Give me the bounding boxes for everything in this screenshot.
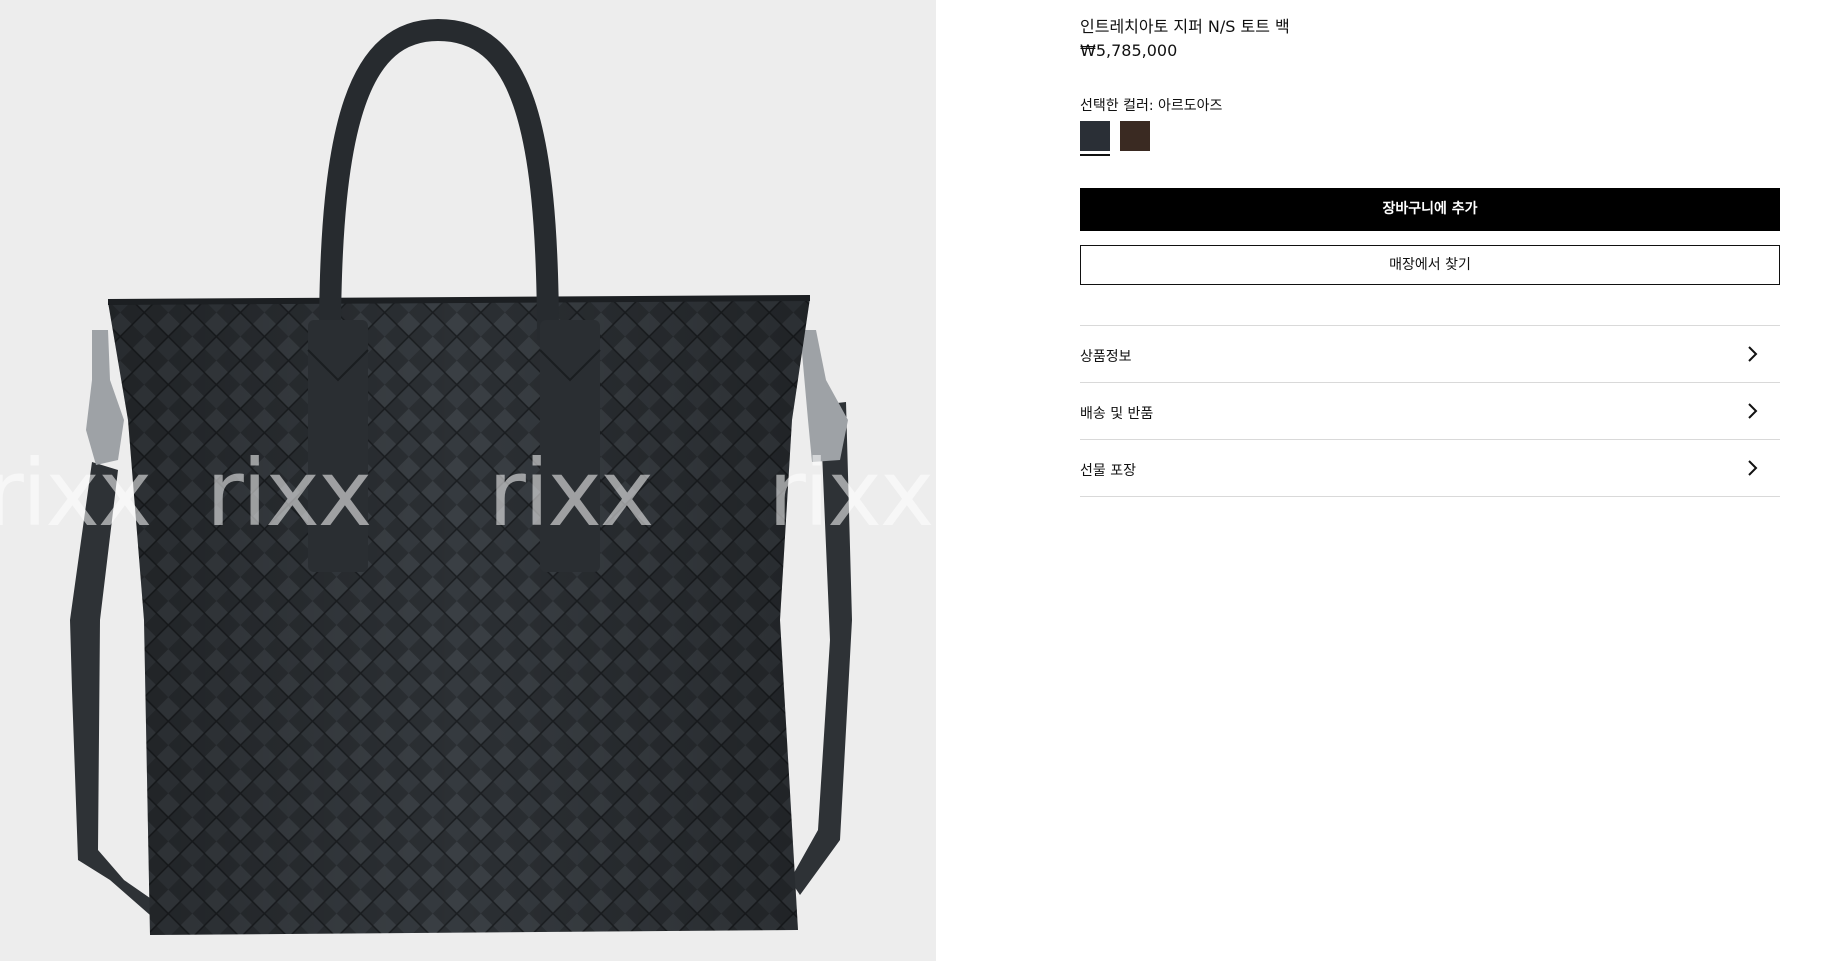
accordion-item-gift-wrap[interactable]: 선물 포장 bbox=[1080, 440, 1780, 497]
color-swatch-brown[interactable] bbox=[1120, 121, 1150, 151]
accordion-label: 상품정보 bbox=[1080, 349, 1132, 365]
bag-photo bbox=[70, 18, 852, 935]
color-swatch-ardoise[interactable] bbox=[1080, 121, 1110, 151]
product-detail-panel: 인트레치아토 지퍼 N/S 토트 백 ₩5,785,000 선택한 컬러: 아르… bbox=[1080, 0, 1780, 961]
product-image-gallery[interactable]: rixx rixx rixx rixx bbox=[0, 0, 936, 961]
product-price: ₩5,785,000 bbox=[1080, 41, 1178, 60]
product-title: 인트레치아토 지퍼 N/S 토트 백 bbox=[1080, 17, 1290, 36]
product-info-accordion: 상품정보 배송 및 반품 선물 포장 bbox=[1080, 325, 1780, 497]
accordion-item-shipping-returns[interactable]: 배송 및 반품 bbox=[1080, 383, 1780, 440]
find-in-store-button[interactable]: 매장에서 찾기 bbox=[1080, 245, 1780, 285]
swatch-selected-indicator bbox=[1080, 154, 1110, 156]
accordion-label: 배송 및 반품 bbox=[1080, 406, 1154, 422]
accordion-item-product-info[interactable]: 상품정보 bbox=[1080, 326, 1780, 383]
accordion-label: 선물 포장 bbox=[1080, 463, 1136, 479]
selected-color-label: 선택한 컬러: 아르도아즈 bbox=[1080, 98, 1223, 114]
chevron-right-icon bbox=[1748, 460, 1758, 476]
chevron-right-icon bbox=[1748, 346, 1758, 362]
add-to-cart-button[interactable]: 장바구니에 추가 bbox=[1080, 188, 1780, 231]
chevron-right-icon bbox=[1748, 403, 1758, 419]
